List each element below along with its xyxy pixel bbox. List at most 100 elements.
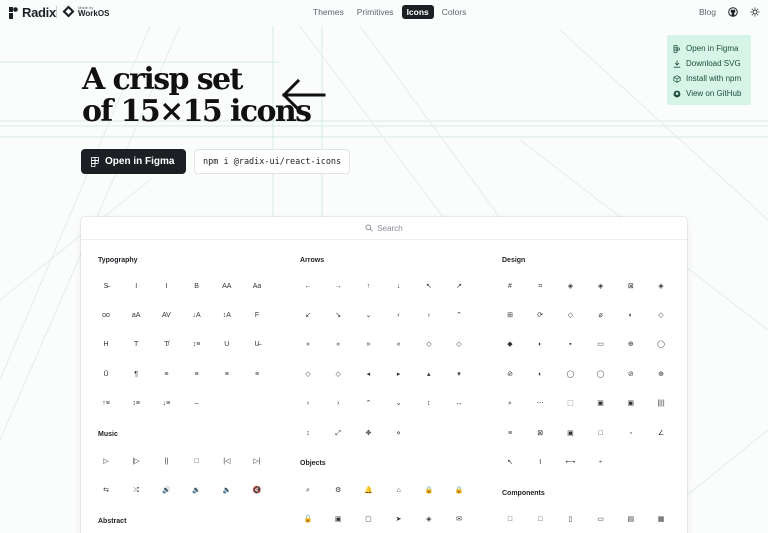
music-icon-cell[interactable]: 🔇 [250, 483, 264, 497]
typography-icon-cell[interactable]: ≡ [220, 367, 234, 381]
nav-themes[interactable]: Themes [308, 5, 349, 19]
arrows-icon-cell[interactable]: ◇ [452, 338, 466, 352]
design-icon-cell[interactable]: ◐ [533, 338, 547, 352]
music-icon-cell[interactable]: 🔊 [159, 483, 173, 497]
objects-icon-cell[interactable]: ▢ [361, 512, 375, 526]
typography-icon-cell[interactable]: ≡ [190, 367, 204, 381]
typography-icon-cell[interactable]: U̶ [250, 338, 264, 352]
design-icon-cell[interactable]: ◯ [654, 338, 668, 352]
design-icon-cell[interactable]: ◯ [563, 367, 577, 381]
arrows-icon-cell[interactable]: ↑ [361, 279, 375, 293]
arrows-icon-cell[interactable]: ↔ [452, 397, 466, 411]
typography-icon-cell[interactable]: F [250, 308, 264, 322]
music-icon-cell[interactable]: 🔉 [190, 483, 204, 497]
typography-icon-cell[interactable]: ≡ [159, 367, 173, 381]
arrows-icon-cell[interactable]: ✥ [361, 426, 375, 440]
nav-primitives[interactable]: Primitives [352, 5, 399, 19]
design-icon-cell[interactable]: ⬚ [563, 397, 577, 411]
arrows-icon-cell[interactable]: ← [301, 279, 315, 293]
music-icon-cell[interactable]: □ [190, 454, 204, 468]
design-icon-cell[interactable]: ▫ [624, 426, 638, 440]
typography-icon-cell[interactable]: AV [159, 308, 173, 322]
arrows-icon-cell[interactable]: ◂ [361, 367, 375, 381]
music-icon-cell[interactable]: ▷ [99, 454, 113, 468]
typography-icon-cell[interactable]: ↓A [190, 308, 204, 322]
arrows-icon-cell[interactable]: ⤢ [331, 426, 345, 440]
typography-icon-cell[interactable]: Ū [99, 367, 113, 381]
design-icon-cell[interactable]: # [503, 279, 517, 293]
music-icon-cell[interactable]: ▷| [250, 454, 264, 468]
typography-icon-cell[interactable]: S̶ [99, 279, 113, 293]
nav-colors[interactable]: Colors [437, 5, 472, 19]
search-bar[interactable]: Search [81, 217, 687, 240]
typography-icon-cell[interactable]: Aa [250, 279, 264, 293]
arrows-icon-cell[interactable]: ⌄ [392, 397, 406, 411]
arrows-icon-cell[interactable]: ◇ [331, 367, 345, 381]
blog-link[interactable]: Blog [699, 7, 716, 17]
typography-icon-cell[interactable]: H [99, 338, 113, 352]
objects-icon-cell[interactable]: 🔒 [422, 483, 436, 497]
design-icon-cell[interactable]: ▣ [563, 426, 577, 440]
components-icon-cell[interactable]: ▦ [654, 512, 668, 526]
theme-toggle-sun-icon[interactable] [750, 7, 760, 17]
arrows-icon-cell[interactable]: ↖ [422, 279, 436, 293]
design-icon-cell[interactable]: ≡ [503, 426, 517, 440]
arrows-icon-cell[interactable]: ‹ [392, 308, 406, 322]
design-icon-cell[interactable]: ◈ [594, 279, 608, 293]
arrows-icon-cell[interactable]: ▸ [392, 367, 406, 381]
design-icon-cell[interactable]: ▣ [624, 397, 638, 411]
design-icon-cell[interactable]: ⌕ [503, 397, 517, 411]
typography-icon-cell[interactable]: ↕≡ [190, 338, 204, 352]
design-icon-cell[interactable]: ⊘ [503, 367, 517, 381]
arrows-icon-cell[interactable]: ‹ [301, 397, 315, 411]
radix-logo[interactable]: Radix [8, 5, 56, 20]
link-view-github[interactable]: View on GitHub [673, 86, 745, 101]
design-icon-cell[interactable]: ⋯ [533, 397, 547, 411]
typography-icon-cell[interactable]: aA [129, 308, 143, 322]
objects-icon-cell[interactable]: ◈ [422, 512, 436, 526]
design-icon-cell[interactable]: ⌗ [533, 279, 547, 293]
design-icon-cell[interactable]: ⌀ [594, 308, 608, 322]
design-icon-cell[interactable]: ◯ [594, 367, 608, 381]
design-icon-cell[interactable]: ◈ [654, 279, 668, 293]
music-icon-cell[interactable]: || [159, 454, 173, 468]
objects-icon-cell[interactable]: 🔔 [361, 483, 375, 497]
typography-icon-cell[interactable]: ↕≡ [129, 397, 143, 411]
arrows-icon-cell[interactable]: ▴ [422, 367, 436, 381]
typography-icon-cell[interactable]: ↕A [220, 308, 234, 322]
typography-icon-cell[interactable]: ↑≡ [99, 397, 113, 411]
arrows-icon-cell[interactable]: ⌃ [361, 397, 375, 411]
objects-icon-cell[interactable]: ⌕ [301, 483, 315, 497]
music-icon-cell[interactable]: |◁ [220, 454, 234, 468]
design-icon-cell[interactable]: ⊕ [654, 367, 668, 381]
github-icon[interactable] [728, 7, 738, 17]
open-in-figma-button[interactable]: Open in Figma [81, 149, 186, 174]
typography-icon-cell[interactable]: T̸ [159, 338, 173, 352]
design-icon-cell[interactable]: ▭ [594, 338, 608, 352]
design-icon-cell[interactable]: ⊠ [533, 426, 547, 440]
workos-badge[interactable]: Made by WorkOS [62, 5, 109, 18]
arrows-icon-cell[interactable]: ⌃ [452, 308, 466, 322]
components-icon-cell[interactable]: ▯ [563, 512, 577, 526]
design-icon-cell[interactable]: ⊠ [624, 279, 638, 293]
typography-icon-cell[interactable]: – [190, 397, 204, 411]
design-icon-cell[interactable]: ◇ [563, 308, 577, 322]
objects-icon-cell[interactable]: ➤ [392, 512, 406, 526]
typography-icon-cell[interactable]: T [129, 338, 143, 352]
typography-icon-cell[interactable]: I [129, 279, 143, 293]
arrows-icon-cell[interactable]: ↙ [301, 308, 315, 322]
design-icon-cell[interactable]: ↖ [503, 455, 517, 469]
design-icon-cell[interactable]: |||| [654, 397, 668, 411]
music-icon-cell[interactable]: |▷ [129, 454, 143, 468]
design-icon-cell[interactable]: ▪ [563, 338, 577, 352]
link-install-npm[interactable]: Install with npm [673, 71, 745, 86]
objects-icon-cell[interactable]: 🔒 [452, 483, 466, 497]
typography-icon-cell[interactable]: U [220, 338, 234, 352]
objects-icon-cell[interactable]: 🔓 [301, 512, 315, 526]
arrows-icon-cell[interactable]: » [301, 338, 315, 352]
components-icon-cell[interactable]: □ [533, 512, 547, 526]
design-icon-cell[interactable]: ▣ [594, 397, 608, 411]
arrows-icon-cell[interactable]: ⋄ [392, 426, 406, 440]
link-open-in-figma[interactable]: Open in Figma [673, 41, 745, 56]
design-icon-cell[interactable]: ◈ [563, 279, 577, 293]
